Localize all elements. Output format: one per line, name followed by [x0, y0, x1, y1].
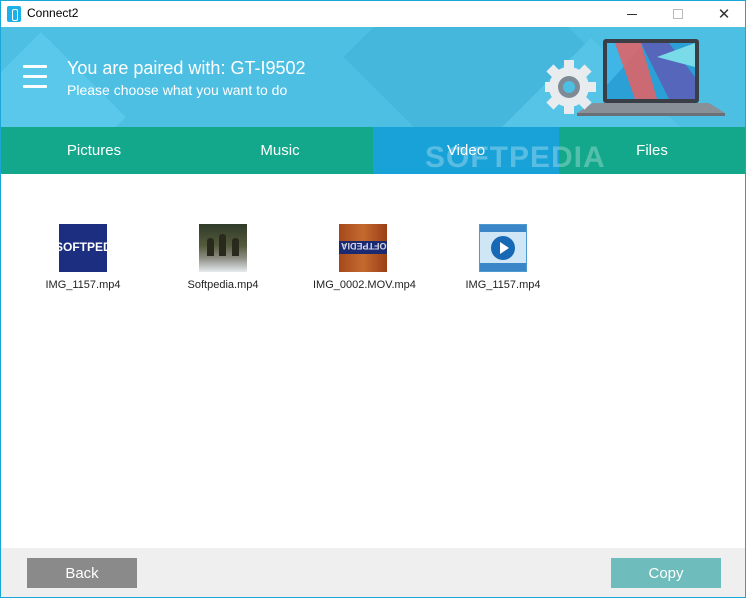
tab-video[interactable]: Video	[373, 127, 559, 174]
play-icon	[491, 236, 515, 260]
thumbnail-caption: SOFTPEDIA	[341, 241, 387, 251]
app-logo-icon	[7, 6, 21, 22]
laptop-gear-illustration-icon	[545, 39, 725, 116]
copy-button[interactable]: Copy	[611, 558, 721, 588]
close-icon: ✕	[717, 6, 731, 23]
tab-music[interactable]: Music	[187, 127, 373, 174]
header-banner: You are paired with: GT-I9502 Please cho…	[1, 27, 745, 127]
maximize-icon	[673, 9, 683, 19]
decorative-shape	[1, 32, 126, 127]
back-button[interactable]: Back	[27, 558, 137, 588]
thumbnail-caption: SOFTPEDIA	[59, 240, 107, 254]
maximize-button[interactable]	[655, 1, 701, 27]
tab-files[interactable]: Files	[559, 127, 745, 174]
window-title: Connect2	[27, 6, 79, 20]
file-name: IMG_1157.mp4	[45, 279, 121, 291]
file-item[interactable]: Softpedia.mp4	[173, 224, 273, 291]
file-name: IMG_0002.MOV.mp4	[313, 279, 416, 291]
paired-device-text: You are paired with: GT-I9502	[67, 58, 306, 78]
footer-bar: Back Copy	[1, 548, 745, 597]
file-item[interactable]: SOFTPEDIA IMG_1157.mp4	[33, 224, 133, 291]
minimize-icon	[627, 13, 637, 15]
video-file-icon	[479, 224, 527, 272]
file-name: Softpedia.mp4	[187, 279, 259, 291]
minimize-button[interactable]	[609, 1, 655, 27]
video-thumbnail	[199, 224, 247, 272]
file-name: IMG_1157.mp4	[465, 279, 541, 291]
hamburger-menu-icon[interactable]	[23, 65, 47, 89]
video-thumbnail: SOFTPEDIA	[59, 224, 107, 272]
tab-pictures[interactable]: Pictures	[1, 127, 187, 174]
file-item[interactable]: SOFTPEDIA IMG_0002.MOV.mp4	[313, 224, 416, 291]
close-button[interactable]: ✕	[701, 1, 745, 27]
file-grid: SOFTPEDIA IMG_1157.mp4 Softpedia.mp4 SOF…	[1, 174, 745, 548]
header-subtitle: Please choose what you want to do	[67, 82, 288, 98]
app-window: Connect2 ✕ You are paired with: GT-I9502…	[0, 0, 746, 598]
title-bar: Connect2 ✕	[1, 1, 745, 27]
category-tabs: Pictures Music Video Files	[1, 127, 745, 174]
file-item[interactable]: IMG_1157.mp4	[453, 224, 553, 291]
video-thumbnail: SOFTPEDIA	[339, 224, 387, 272]
